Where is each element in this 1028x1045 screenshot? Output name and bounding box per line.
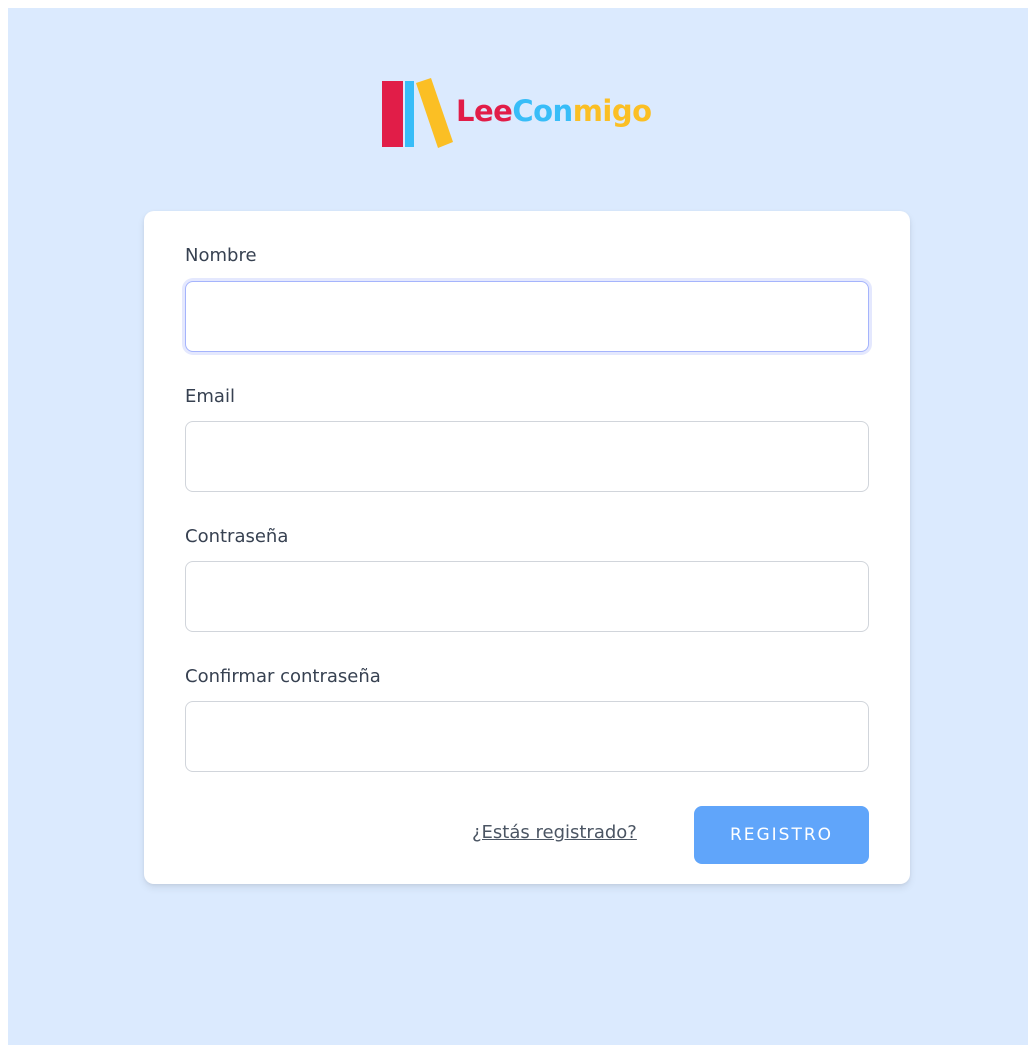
already-registered-link[interactable]: ¿Estás registrado? bbox=[472, 822, 637, 843]
name-input[interactable] bbox=[185, 281, 869, 352]
register-button[interactable]: REGISTRO bbox=[694, 806, 869, 864]
name-label: Nombre bbox=[185, 245, 257, 266]
confirm-password-label: Confirmar contraseña bbox=[185, 666, 381, 687]
password-input[interactable] bbox=[185, 561, 869, 632]
confirm-password-input[interactable] bbox=[185, 701, 869, 772]
register-card: Nombre Email Contraseña Confirmar contra… bbox=[144, 211, 910, 884]
brand-name-part-migo: migo bbox=[572, 94, 652, 128]
brand-name-part-con: Con bbox=[512, 94, 573, 128]
password-label: Contraseña bbox=[185, 526, 289, 547]
email-input[interactable] bbox=[185, 421, 869, 492]
brand-name-part-lee: Lee bbox=[456, 94, 513, 128]
email-label: Email bbox=[185, 386, 235, 407]
books-icon bbox=[382, 78, 453, 148]
brand-name: LeeConmigo bbox=[456, 94, 652, 128]
page-background: LeeConmigo Nombre Email Contraseña Confi… bbox=[8, 8, 1028, 1045]
brand-logo: LeeConmigo bbox=[382, 78, 702, 148]
